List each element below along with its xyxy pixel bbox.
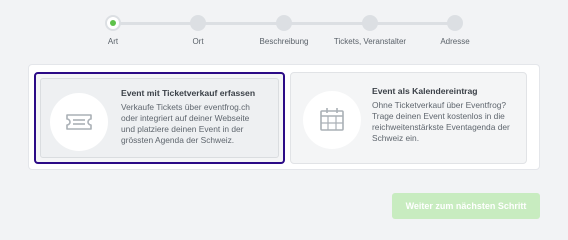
step-dot-art[interactable] bbox=[105, 15, 121, 31]
step-dot-beschreibung[interactable] bbox=[276, 15, 292, 31]
calendar-icon-circle bbox=[303, 91, 361, 149]
calendar-icon bbox=[320, 108, 344, 131]
option-card-ticket[interactable]: Event mit Ticketverkauf erfassen Verkauf… bbox=[34, 72, 285, 164]
option-description-calendar: Ohne Ticketverkauf über Eventfrog? Trage… bbox=[372, 100, 522, 144]
ticket-icon bbox=[66, 114, 92, 130]
step-connector bbox=[370, 22, 455, 25]
step-connector bbox=[198, 22, 284, 25]
description-line: grössten Agenda der Schweiz. bbox=[121, 135, 235, 145]
step-label-ort: Ort bbox=[192, 37, 204, 46]
description-line: reichweitenstärkste Eventagenda der bbox=[372, 122, 510, 132]
option-card-calendar[interactable]: Event als Kalendereintrag Ohne Ticketver… bbox=[290, 72, 527, 164]
step-connector bbox=[284, 22, 370, 25]
option-card-inner: Event als Kalendereintrag Ohne Ticketver… bbox=[295, 77, 522, 159]
step-label-beschreibung: Beschreibung bbox=[259, 37, 309, 46]
description-line: Verkaufe Tickets über eventfrog.ch bbox=[121, 102, 250, 112]
step-dot-tickets[interactable] bbox=[362, 15, 378, 31]
ticket-icon-circle bbox=[50, 93, 108, 151]
description-line: Ohne Ticketverkauf über Eventfrog? bbox=[372, 100, 507, 110]
option-card-inner: Event mit Ticketverkauf erfassen Verkauf… bbox=[40, 78, 279, 158]
next-step-button[interactable]: Weiter zum nächsten Schritt bbox=[392, 193, 540, 219]
step-label-adresse: Adresse bbox=[440, 37, 470, 46]
step-label-tickets: Tickets, Veranstalter bbox=[333, 37, 407, 46]
step-connector bbox=[113, 22, 198, 25]
description-line: Schweiz ein. bbox=[372, 133, 420, 143]
option-title-calendar: Event als Kalendereintrag bbox=[372, 86, 478, 96]
option-description-ticket: Verkaufe Tickets über eventfrog.ch oder … bbox=[121, 102, 271, 146]
progress-stepper: Art Ort Beschreibung Tickets, Veranstalt… bbox=[0, 0, 568, 56]
description-line: Trage deinen Event kostenlos in die bbox=[372, 111, 505, 121]
option-title-ticket: Event mit Ticketverkauf erfassen bbox=[121, 88, 256, 98]
description-line: oder integriert auf deiner Webseite bbox=[121, 113, 250, 123]
step-label-art: Art bbox=[107, 37, 119, 46]
step-dot-adresse[interactable] bbox=[447, 15, 463, 31]
step-dot-ort[interactable] bbox=[190, 15, 206, 31]
description-line: und platziere deinen Event in der bbox=[121, 124, 244, 134]
